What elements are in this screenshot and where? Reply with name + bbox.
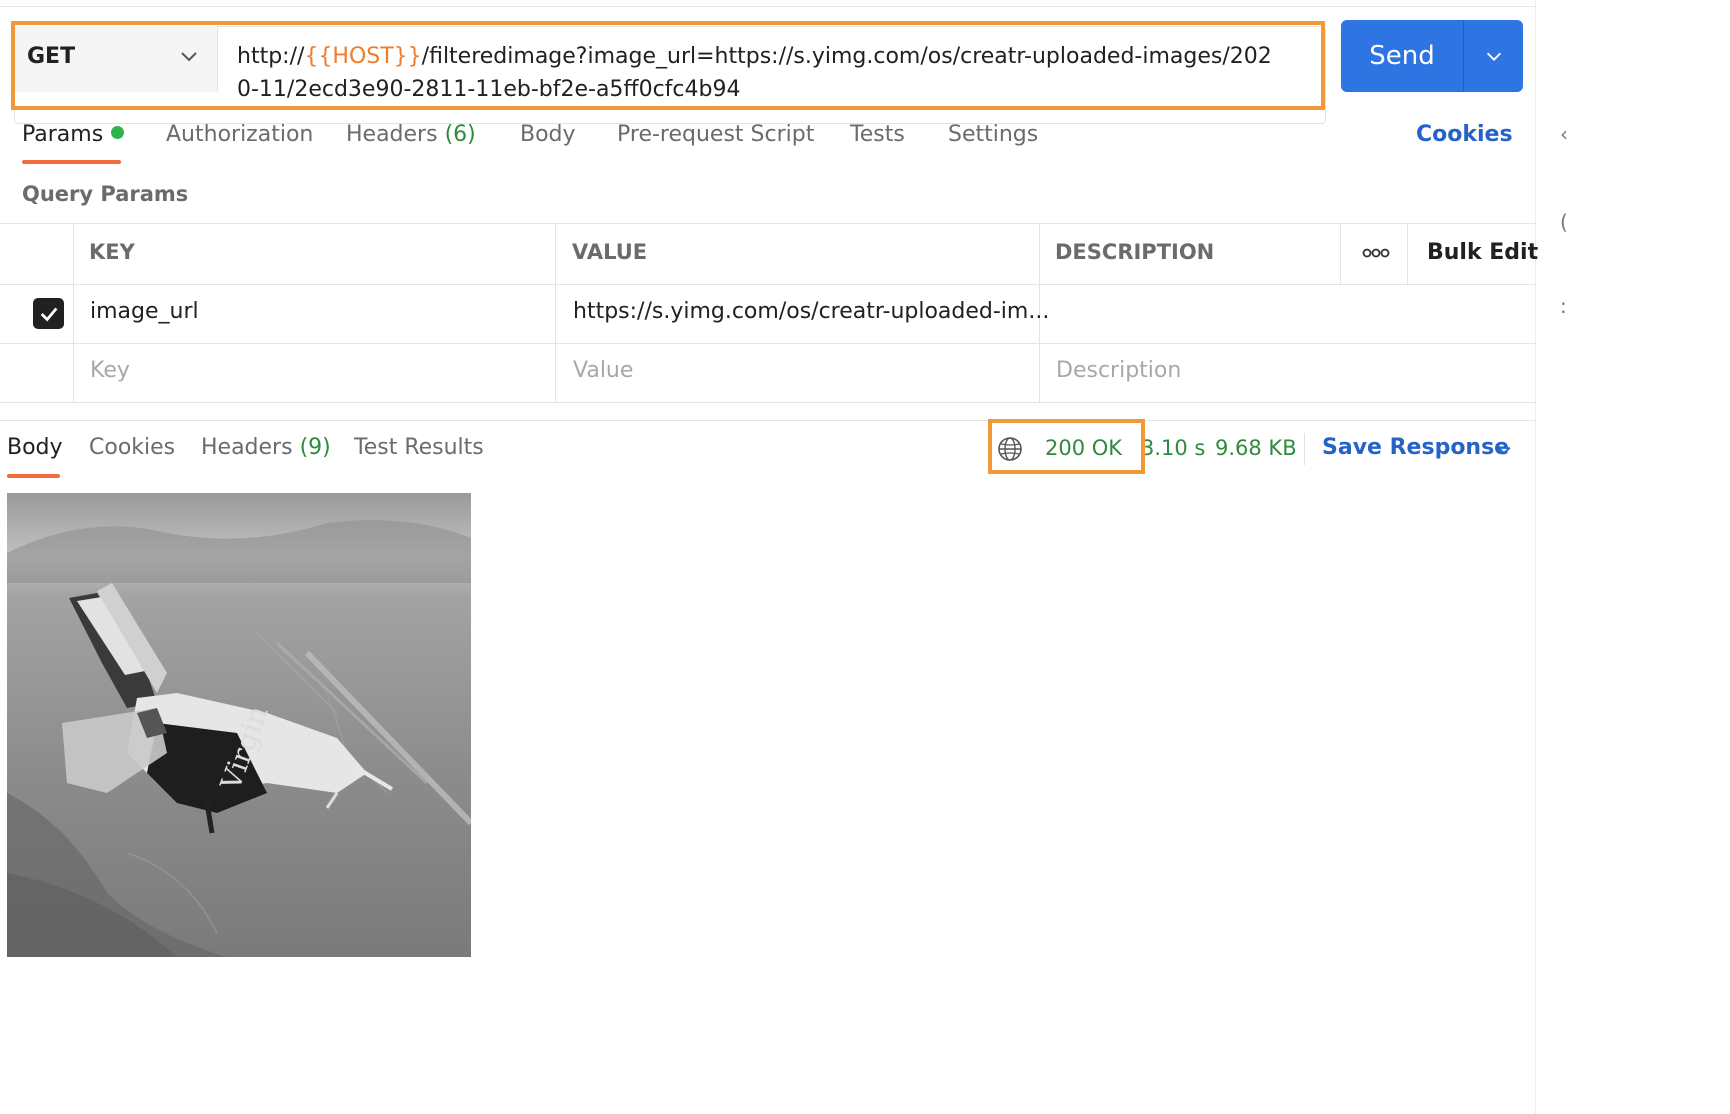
- column-divider: [555, 223, 556, 403]
- params-indicator-dot: [111, 126, 125, 139]
- column-divider: [73, 223, 74, 403]
- response-divider: [0, 420, 1536, 421]
- checkmark-icon: [40, 307, 57, 322]
- response-tab-cookies[interactable]: Cookies: [89, 435, 175, 460]
- grayscale-spaceship-photo-icon: Virgin: [7, 493, 471, 957]
- response-image: Virgin: [7, 493, 471, 957]
- status-highlight-box: [988, 419, 1145, 474]
- send-options-button[interactable]: [1464, 20, 1523, 92]
- edge-panel-icon[interactable]: (: [1560, 210, 1568, 234]
- table-bottom-border: [0, 402, 1536, 403]
- param-description-cell[interactable]: [1056, 299, 1526, 329]
- right-panel-divider: [1535, 0, 1536, 1114]
- response-headers-count: (9): [299, 435, 331, 460]
- column-header-key: KEY: [89, 240, 135, 264]
- response-size[interactable]: 9.68 KB: [1215, 436, 1297, 460]
- active-tab-underline: [22, 160, 121, 164]
- tab-body[interactable]: Body: [520, 122, 576, 147]
- tab-headers-label: Headers: [346, 122, 438, 147]
- response-time[interactable]: 3.10 s: [1141, 436, 1205, 460]
- response-tab-body[interactable]: Body: [7, 435, 63, 460]
- chevron-down-icon: [1486, 52, 1501, 61]
- table-header-border: [0, 284, 1536, 285]
- response-tab-test-results[interactable]: Test Results: [354, 435, 484, 460]
- send-button[interactable]: Send: [1341, 20, 1463, 92]
- url-highlight-box: [11, 21, 1325, 110]
- top-divider: [0, 6, 1536, 7]
- active-response-tab-underline: [7, 474, 60, 478]
- tab-headers[interactable]: Headers (6): [346, 122, 476, 147]
- tab-settings[interactable]: Settings: [948, 122, 1038, 147]
- edge-panel-icon[interactable]: :: [1560, 294, 1567, 318]
- tab-params-label: Params: [22, 122, 104, 147]
- response-tab-headers[interactable]: Headers (9): [201, 435, 331, 460]
- response-headers-label: Headers: [201, 435, 293, 460]
- more-options-icon[interactable]: [1362, 246, 1390, 260]
- table-row-border: [0, 343, 1536, 344]
- headers-count: (6): [444, 122, 476, 147]
- tab-prerequest-script[interactable]: Pre-request Script: [617, 122, 814, 147]
- tab-tests[interactable]: Tests: [850, 122, 905, 147]
- column-header-value: VALUE: [572, 240, 648, 264]
- bulk-edit-button[interactable]: Bulk Edit: [1427, 240, 1538, 265]
- column-divider: [1407, 223, 1408, 284]
- column-header-description: DESCRIPTION: [1055, 240, 1215, 264]
- query-params-title: Query Params: [22, 182, 189, 206]
- table-top-border: [0, 223, 1536, 224]
- response-meta-separator: [1304, 433, 1305, 465]
- chevron-down-icon[interactable]: [1494, 440, 1514, 460]
- cookies-link[interactable]: Cookies: [1416, 122, 1513, 147]
- tab-authorization[interactable]: Authorization: [166, 122, 313, 147]
- new-param-key-input[interactable]: Key: [90, 358, 130, 383]
- new-param-description-input[interactable]: Description: [1056, 358, 1181, 383]
- param-key-cell[interactable]: image_url: [90, 299, 199, 324]
- edge-panel-icon[interactable]: ‹: [1560, 122, 1568, 146]
- param-value-cell[interactable]: https://s.yimg.com/os/creatr-uploaded-im…: [573, 299, 1049, 324]
- column-divider: [1340, 223, 1341, 284]
- tab-params[interactable]: Params: [22, 122, 125, 147]
- save-response-button[interactable]: Save Response: [1322, 435, 1509, 460]
- param-enabled-checkbox[interactable]: [33, 298, 64, 329]
- new-param-value-input[interactable]: Value: [573, 358, 633, 383]
